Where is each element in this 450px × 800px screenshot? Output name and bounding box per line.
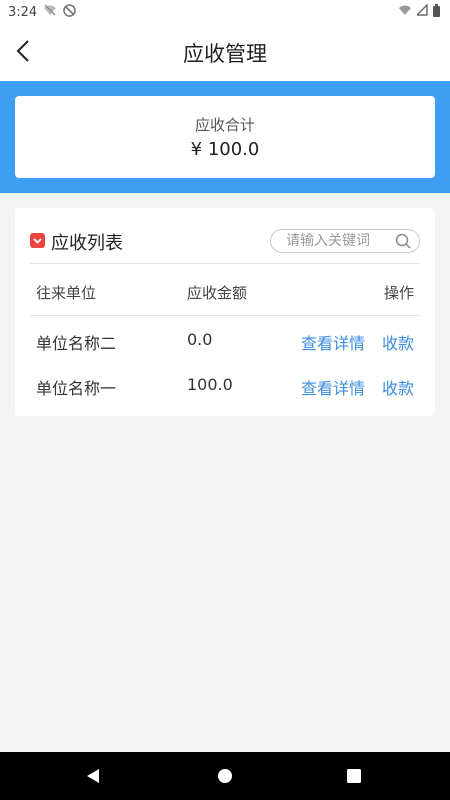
do-not-disturb-icon (63, 3, 77, 21)
list-title: 应收列表 (51, 233, 123, 254)
signal-icon (415, 3, 428, 20)
table-row: 单位名称二 0.0 查看详情 收款 (30, 318, 420, 362)
search-input[interactable] (286, 233, 386, 249)
receivable-list-card: 应收列表 往来单位 应收金额 操作 单位名称二 0.0 查看详情 收款 单位名称… (15, 208, 435, 416)
collect-payment-button[interactable]: 收款 (382, 375, 414, 399)
column-header-action: 操作 (383, 284, 414, 302)
nav-recents-icon[interactable] (345, 767, 363, 785)
collect-payment-button[interactable]: 收款 (382, 330, 414, 354)
app-header: 应收管理 (0, 24, 450, 81)
row-amount: 0.0 (187, 330, 213, 349)
total-amount: ¥ 100.0 (190, 139, 260, 160)
status-left: 3:24 (8, 3, 77, 21)
status-right (398, 3, 440, 21)
column-header-unit: 往来单位 (36, 284, 97, 302)
wifi-off-icon (43, 4, 57, 20)
status-bar: 3:24 (0, 0, 450, 24)
battery-icon (433, 3, 440, 21)
table-header: 往来单位 应收金额 操作 (30, 264, 420, 316)
total-label: 应收合计 (194, 116, 255, 134)
view-detail-button[interactable]: 查看详情 (301, 330, 365, 354)
row-unit: 单位名称二 (36, 334, 117, 353)
view-detail-button[interactable]: 查看详情 (301, 375, 365, 399)
row-unit: 单位名称一 (36, 379, 117, 398)
list-header: 应收列表 (30, 224, 420, 264)
search-icon[interactable] (395, 233, 411, 249)
nav-back-icon[interactable] (84, 767, 102, 785)
status-time: 3:24 (8, 4, 38, 20)
search-box[interactable] (270, 229, 420, 253)
wifi-icon (398, 4, 412, 20)
table-row: 单位名称一 100.0 查看详情 收款 (30, 363, 420, 407)
list-badge-icon (30, 233, 45, 248)
page-title: 应收管理 (183, 42, 267, 66)
row-amount: 100.0 (187, 375, 233, 394)
system-nav-bar (0, 752, 450, 800)
nav-home-icon[interactable] (216, 767, 234, 785)
total-card: 应收合计 ¥ 100.0 (15, 96, 435, 178)
column-header-amount: 应收金额 (187, 284, 248, 302)
